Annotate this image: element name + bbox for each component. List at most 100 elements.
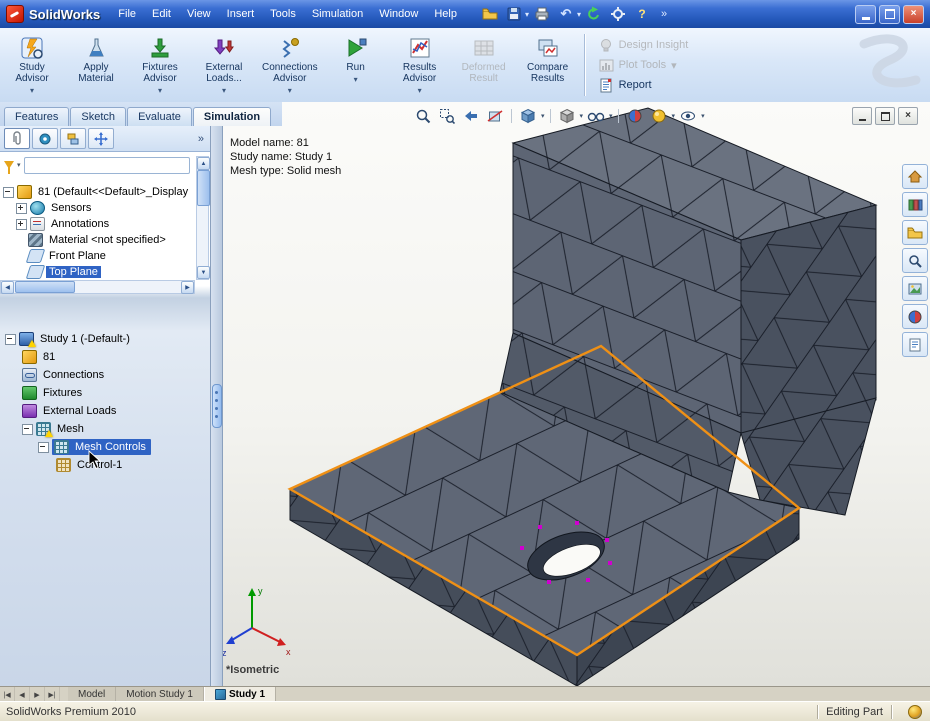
- model-view[interactable]: x y z: [222, 102, 930, 686]
- collapse-box-icon[interactable]: [5, 333, 16, 345]
- study-item-fixtures[interactable]: Fixtures: [0, 384, 210, 402]
- filter-input[interactable]: [23, 156, 190, 174]
- tab-scroll-left-button[interactable]: ◀: [15, 687, 30, 702]
- dropdown-caret-icon[interactable]: ▾: [541, 112, 545, 120]
- expand-box-icon[interactable]: [16, 202, 27, 214]
- compare-results-button[interactable]: Compare Results: [517, 30, 579, 100]
- study-item-control-1[interactable]: Control-1: [0, 456, 210, 474]
- menu-file[interactable]: File: [110, 4, 144, 24]
- rebuild-button[interactable]: [583, 3, 605, 25]
- run-button[interactable]: Run ▾: [325, 30, 387, 100]
- solidworks-resources-button[interactable]: [902, 164, 928, 189]
- study-item-root[interactable]: Study 1 (-Default-): [0, 330, 210, 348]
- menu-tools[interactable]: Tools: [262, 4, 304, 24]
- document-restore-button[interactable]: [875, 107, 895, 125]
- dropdown-caret-icon[interactable]: ▾: [354, 74, 358, 85]
- edit-appearance-button[interactable]: [624, 106, 646, 126]
- search-button[interactable]: [902, 248, 928, 273]
- view-orientation-button[interactable]: [517, 106, 539, 126]
- design-library-button[interactable]: [902, 192, 928, 217]
- view-settings-button[interactable]: [677, 106, 699, 126]
- study-advisor-button[interactable]: Study Advisor ▾: [1, 30, 63, 100]
- custom-properties-button[interactable]: [902, 332, 928, 357]
- dropdown-caret-icon[interactable]: ▾: [580, 112, 584, 120]
- document-minimize-button[interactable]: [852, 107, 872, 125]
- study-item-part[interactable]: 81: [0, 348, 210, 366]
- tab-simulation[interactable]: Simulation: [192, 107, 272, 126]
- section-view-button[interactable]: [484, 106, 506, 126]
- menu-view[interactable]: View: [179, 4, 219, 24]
- dropdown-caret-icon[interactable]: ▾: [672, 112, 676, 120]
- fixtures-advisor-button[interactable]: Fixtures Advisor ▾: [129, 30, 191, 100]
- meshed-model[interactable]: [287, 107, 878, 686]
- tree-horizontal-scrollbar[interactable]: ◀ ▶: [0, 280, 195, 294]
- menu-simulation[interactable]: Simulation: [304, 4, 371, 24]
- toolbar-overflow-chevron[interactable]: »: [655, 8, 673, 20]
- apply-scene-button[interactable]: [648, 106, 670, 126]
- tab-sketch[interactable]: Sketch: [70, 107, 127, 126]
- study-item-connections[interactable]: Connections: [0, 366, 210, 384]
- tab-scroll-last-button[interactable]: ▶|: [45, 687, 60, 702]
- report-button[interactable]: Report: [595, 77, 693, 94]
- tree-item-part[interactable]: 81 (Default<<Default>_Display: [0, 184, 195, 200]
- collapse-box-icon[interactable]: [22, 423, 33, 435]
- study-item-mesh[interactable]: Mesh: [0, 420, 210, 438]
- dropdown-caret-icon[interactable]: ▾: [609, 112, 613, 120]
- scroll-down-button[interactable]: ▼: [197, 266, 210, 279]
- connections-advisor-button[interactable]: Connections Advisor ▾: [257, 30, 323, 100]
- tab-evaluate[interactable]: Evaluate: [127, 107, 192, 126]
- appearances-scenes-button[interactable]: [902, 304, 928, 329]
- quick-tips-icon[interactable]: [908, 704, 922, 719]
- scroll-left-button[interactable]: ◀: [1, 280, 14, 294]
- hide-show-items-button[interactable]: [585, 106, 607, 126]
- graphics-area[interactable]: x y z Model name: 81 Study name: Study 1…: [222, 102, 930, 686]
- model-tab[interactable]: Model: [68, 687, 117, 702]
- options-button[interactable]: [607, 3, 629, 25]
- dropdown-caret-icon[interactable]: ▾: [701, 112, 705, 120]
- dropdown-caret-icon[interactable]: ▾: [158, 85, 162, 96]
- zoom-to-fit-button[interactable]: [412, 106, 434, 126]
- previous-view-button[interactable]: [460, 106, 482, 126]
- zoom-to-area-button[interactable]: [436, 106, 458, 126]
- close-button[interactable]: ×: [903, 4, 924, 24]
- menu-window[interactable]: Window: [371, 4, 426, 24]
- results-advisor-button[interactable]: Results Advisor ▾: [389, 30, 451, 100]
- tree-vertical-scrollbar[interactable]: ▲ ▼: [196, 156, 210, 280]
- apply-material-button[interactable]: Apply Material: [65, 30, 127, 100]
- study-1-tab[interactable]: Study 1: [203, 687, 277, 702]
- property-manager-tab[interactable]: [32, 128, 58, 149]
- print-button[interactable]: [531, 3, 553, 25]
- panel-splitter[interactable]: [211, 126, 223, 686]
- save-dropdown-caret-icon[interactable]: ▾: [525, 10, 529, 19]
- study-item-mesh-controls[interactable]: Mesh Controls: [0, 438, 210, 456]
- dimxpert-manager-tab[interactable]: [88, 128, 114, 149]
- study-item-external-loads[interactable]: External Loads: [0, 402, 210, 420]
- help-button[interactable]: ?: [631, 3, 653, 25]
- external-loads-button[interactable]: External Loads... ▾: [193, 30, 255, 100]
- tree-item-sensors[interactable]: Sensors: [0, 200, 195, 216]
- undo-button[interactable]: ↶: [555, 3, 577, 25]
- tab-scroll-right-button[interactable]: ▶: [30, 687, 45, 702]
- open-button[interactable]: [479, 3, 501, 25]
- tree-item-front-plane[interactable]: Front Plane: [0, 248, 195, 264]
- tab-features[interactable]: Features: [4, 107, 70, 126]
- filter-caret-icon[interactable]: ▾: [17, 161, 21, 169]
- dropdown-caret-icon[interactable]: ▾: [222, 85, 226, 96]
- dropdown-caret-icon[interactable]: ▾: [418, 85, 422, 96]
- display-style-button[interactable]: [556, 106, 578, 126]
- restore-button[interactable]: [879, 4, 900, 24]
- undo-dropdown-caret-icon[interactable]: ▾: [577, 10, 581, 19]
- dropdown-caret-icon[interactable]: ▾: [288, 85, 292, 96]
- scrollbar-thumb[interactable]: [197, 170, 210, 206]
- expand-box-icon[interactable]: [16, 218, 27, 230]
- collapse-box-icon[interactable]: [38, 441, 49, 453]
- panel-overflow-chevron[interactable]: »: [198, 133, 206, 145]
- menu-insert[interactable]: Insert: [219, 4, 263, 24]
- save-button[interactable]: [503, 3, 525, 25]
- document-close-button[interactable]: ×: [898, 107, 918, 125]
- splitter-grab-handle[interactable]: [212, 384, 222, 428]
- scroll-right-button[interactable]: ▶: [181, 280, 194, 294]
- motion-study-tab[interactable]: Motion Study 1: [116, 687, 204, 702]
- view-palette-button[interactable]: [902, 276, 928, 301]
- tab-scroll-first-button[interactable]: |◀: [0, 687, 15, 702]
